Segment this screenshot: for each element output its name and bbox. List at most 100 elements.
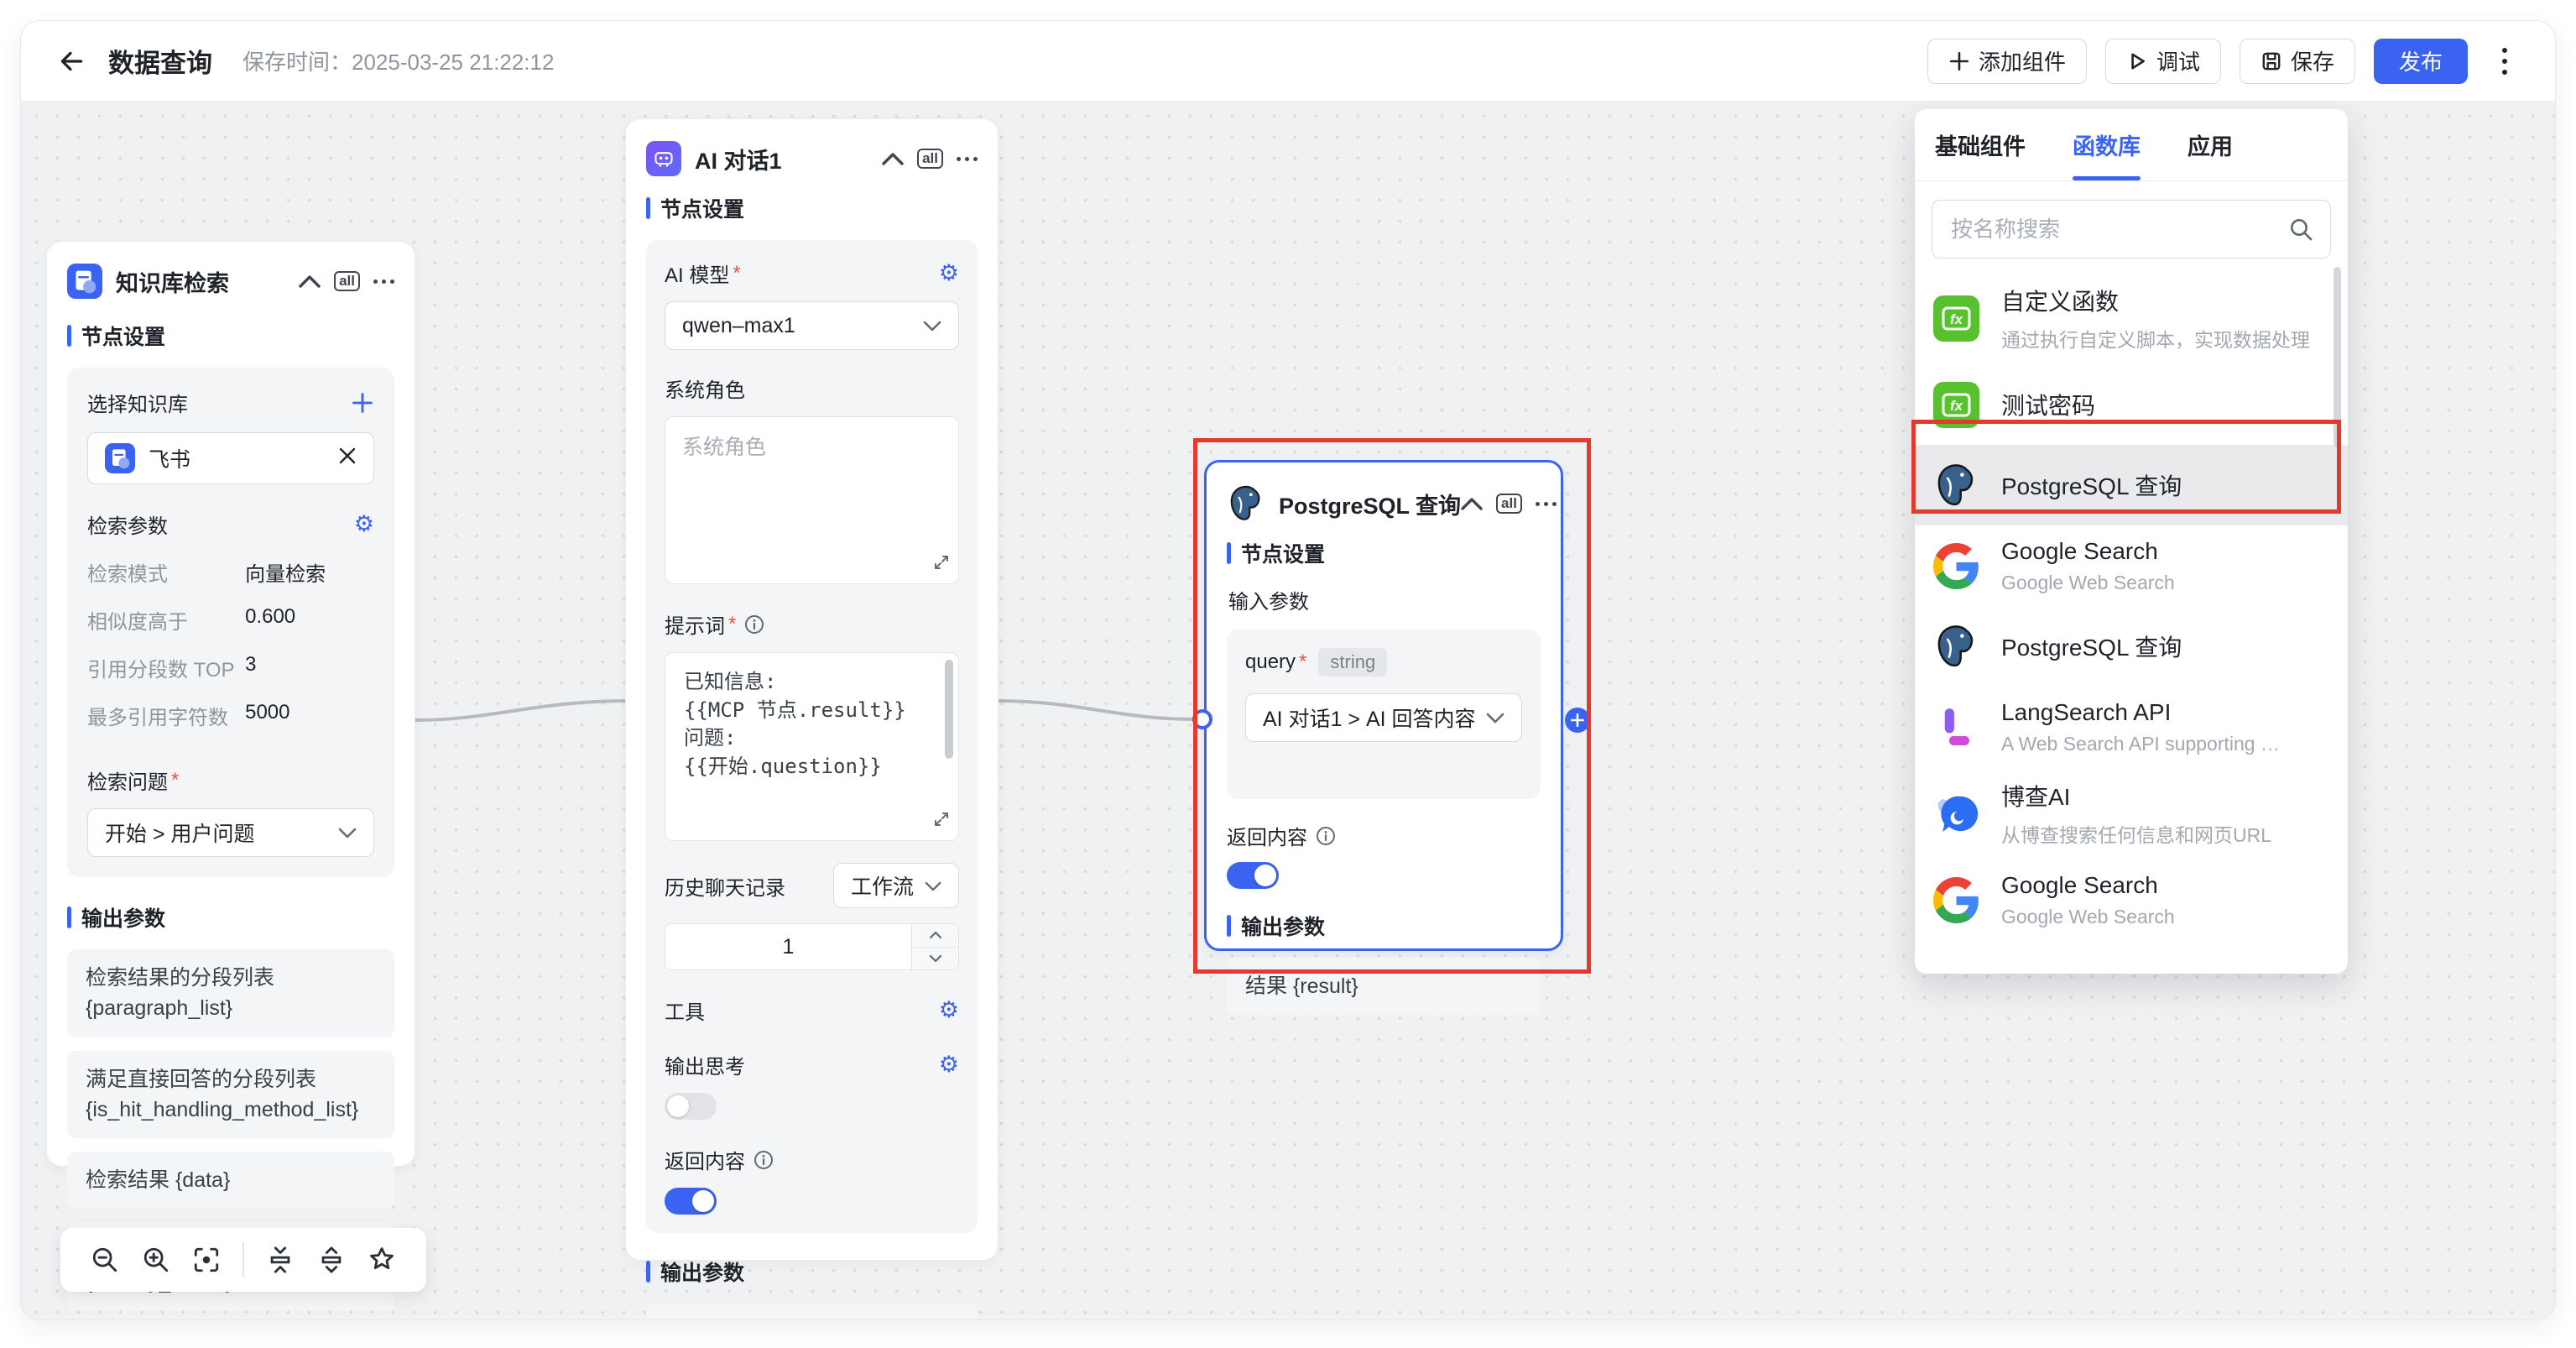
- list-item-bocha-ai[interactable]: 博查AI从博查搜索任何信息和网页URL: [1915, 767, 2348, 859]
- collapse-icon[interactable]: [882, 152, 904, 165]
- history-mode-select[interactable]: 工作流: [833, 863, 959, 908]
- section-title: 输出参数: [81, 902, 165, 933]
- chevron-down-icon: [929, 954, 942, 963]
- return-content-toggle[interactable]: [1227, 862, 1279, 889]
- collapse-icon[interactable]: [299, 274, 321, 288]
- list-item-google-search[interactable]: Google SearchGoogle Web Search: [1915, 859, 2348, 940]
- publish-button[interactable]: 发布: [2374, 39, 2468, 84]
- item-title: PostgreSQL 查询: [2001, 630, 2182, 663]
- section-title: 节点设置: [660, 193, 744, 223]
- output-item: 检索结果 {data}: [67, 1152, 394, 1209]
- history-mode-value: 工作流: [851, 870, 914, 901]
- debug-button[interactable]: 调试: [2105, 39, 2221, 84]
- save-button[interactable]: 保存: [2240, 39, 2355, 84]
- search-input[interactable]: [1932, 200, 2331, 259]
- run-data-badge[interactable]: all: [334, 271, 360, 292]
- expand-nodes-button[interactable]: [317, 1246, 346, 1274]
- input-port[interactable]: [1192, 709, 1212, 729]
- langsearch-icon: [1933, 704, 1979, 750]
- more-menu-button[interactable]: [2486, 43, 2523, 80]
- history-count-stepper[interactable]: [912, 923, 959, 970]
- textarea-scrollbar[interactable]: [945, 660, 953, 759]
- stepper-up-button[interactable]: [912, 924, 958, 947]
- list-item-custom-function[interactable]: fx 自定义函数通过执行自定义脚本，实现数据处理: [1915, 272, 2348, 364]
- output-item: 结果 {result}: [1227, 958, 1541, 1015]
- tab-applications[interactable]: 应用: [2188, 109, 2233, 180]
- ai-model-select[interactable]: qwen–max1: [665, 301, 959, 350]
- prompt-textarea[interactable]: 已知信息: {{MCP 节点.result}} 问题: {{开始.questio…: [665, 652, 959, 841]
- item-title: 自定义函数: [2001, 284, 2310, 317]
- section-bar: [67, 325, 71, 347]
- zoom-out-button[interactable]: [91, 1246, 119, 1274]
- param-name-label: query*: [1245, 650, 1306, 674]
- google-icon: [1933, 877, 1979, 923]
- more-horizontal-icon[interactable]: [373, 280, 394, 284]
- google-icon: [1933, 543, 1979, 589]
- run-data-badge[interactable]: all: [1496, 494, 1522, 515]
- tab-basic-components[interactable]: 基础组件: [1935, 109, 2026, 180]
- collapse-nodes-button[interactable]: [266, 1246, 295, 1274]
- node-knowledge-retrieval[interactable]: 知识库检索 all 节点设置 选择知识库 飞书: [46, 241, 415, 1167]
- more-horizontal-icon[interactable]: [1536, 502, 1557, 506]
- node-postgresql-query[interactable]: PostgreSQL 查询 all 节点设置 输入参数 query* strin…: [1204, 460, 1563, 951]
- param-row: 引用分段数 TOP3: [87, 653, 374, 682]
- output-item: 检索结果的分段列表 {paragraph_list}: [67, 949, 394, 1037]
- return-content-label: 返回内容: [665, 1145, 745, 1174]
- screen: 数据查询 保存时间：2025-03-25 21:22:12 添加组件 调试 保存…: [0, 0, 2576, 1348]
- list-item-postgresql-query[interactable]: PostgreSQL 查询: [1915, 606, 2348, 687]
- flow-canvas[interactable]: 知识库检索 all 节点设置 选择知识库 飞书: [21, 101, 2555, 1319]
- bocha-icon: [1933, 791, 1979, 837]
- section-title: 节点设置: [1241, 538, 1325, 568]
- more-horizontal-icon[interactable]: [957, 157, 978, 161]
- auto-layout-button[interactable]: [368, 1246, 396, 1274]
- query-value: AI 对话1 > AI 回答内容: [1263, 703, 1476, 733]
- input-params-panel: query* string AI 对话1 > AI 回答内容: [1227, 630, 1541, 799]
- list-item-test-password[interactable]: fx 测试密码: [1915, 364, 2348, 445]
- run-data-badge[interactable]: all: [917, 149, 943, 170]
- history-count-input[interactable]: 1: [665, 923, 912, 970]
- item-title: LangSearch API: [2001, 699, 2280, 726]
- list-item-google-search[interactable]: Google SearchGoogle Web Search: [1915, 525, 2348, 606]
- component-list: fx 自定义函数通过执行自定义脚本，实现数据处理 fx 测试密码 Postgre…: [1915, 265, 2348, 947]
- collapse-icon[interactable]: [1461, 497, 1483, 510]
- panel-scrollbar[interactable]: [2334, 267, 2341, 447]
- postgresql-icon: [1933, 624, 1979, 670]
- item-title: 博查AI: [2001, 779, 2271, 812]
- system-role-textarea[interactable]: 系统角色: [665, 416, 959, 584]
- back-button[interactable]: [53, 43, 90, 80]
- ai-model-value: qwen–max1: [682, 314, 795, 338]
- resize-icon[interactable]: [933, 554, 950, 571]
- ai-model-label: AI 模型*: [665, 259, 741, 288]
- node-title: PostgreSQL 查询: [1279, 488, 1461, 520]
- query-value-select[interactable]: AI 对话1 > AI 回答内容: [1245, 693, 1522, 742]
- kb-selected-item[interactable]: 飞书: [87, 432, 374, 484]
- postgresql-icon: [1933, 462, 1979, 509]
- gear-icon[interactable]: ⚙: [939, 1053, 959, 1076]
- fit-view-button[interactable]: [192, 1246, 221, 1274]
- stepper-down-button[interactable]: [912, 947, 958, 970]
- param-row: 相似度高于0.600: [87, 605, 374, 635]
- output-thinking-toggle[interactable]: [665, 1093, 717, 1120]
- list-item-langsearch-api[interactable]: LangSearch APIA Web Search API supportin…: [1915, 687, 2348, 767]
- node-ai-chat[interactable]: AI 对话1 all 节点设置 AI 模型* ⚙ qwen–max1: [625, 118, 999, 1261]
- section-title: 输出参数: [660, 1257, 744, 1287]
- resize-icon[interactable]: [933, 811, 950, 828]
- gear-icon[interactable]: ⚙: [939, 999, 959, 1021]
- add-kb-icon[interactable]: [351, 391, 374, 415]
- output-item: AI 回答内容 {answer}: [646, 1304, 978, 1319]
- save-time: 保存时间：2025-03-25 21:22:12: [242, 45, 554, 76]
- list-item-postgresql-query[interactable]: PostgreSQL 查询: [1915, 445, 2348, 525]
- add-component-button[interactable]: 添加组件: [1927, 39, 2087, 84]
- remove-kb-button[interactable]: [338, 447, 357, 471]
- item-title: PostgreSQL 查询: [2001, 468, 2182, 502]
- add-next-node-port[interactable]: [1565, 708, 1590, 733]
- gear-icon[interactable]: ⚙: [939, 262, 959, 285]
- item-subtitle: Google Web Search: [2001, 906, 2175, 928]
- gear-icon[interactable]: ⚙: [354, 513, 374, 536]
- item-title: Google Search: [2001, 538, 2175, 565]
- return-content-toggle[interactable]: [665, 1188, 717, 1215]
- question-select[interactable]: 开始 > 用户问题: [87, 808, 374, 857]
- postgresql-icon: [1227, 484, 1265, 523]
- tab-function-library[interactable]: 函数库: [2073, 109, 2141, 180]
- zoom-in-button[interactable]: [142, 1246, 170, 1274]
